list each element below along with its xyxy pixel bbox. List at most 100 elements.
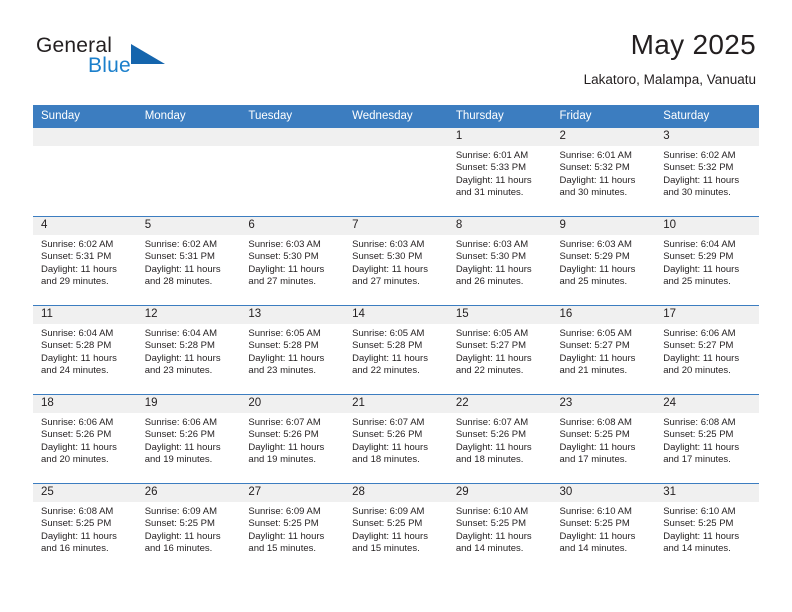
sunset-text: Sunset: 5:25 PM [144, 518, 215, 530]
calendar-day-cell[interactable]: 24 Sunrise: 6:08 AM Sunset: 5:25 PM Dayligh… [655, 394, 759, 484]
daylight-text-line1: Daylight: 11 hours [144, 352, 221, 364]
calendar-day-cell[interactable]: 19 Sunrise: 6:06 AM Sunset: 5:26 PM Dayligh… [136, 394, 241, 484]
day-details: Sunrise: 6:03 AM Sunset: 5:29 PM Daylight:… [552, 235, 656, 289]
calendar-day-cell[interactable]: 8 Sunrise: 6:03 AM Sunset: 5:30 PM Daylight… [447, 216, 552, 306]
calendar-day-cell[interactable]: 16 Sunrise: 6:05 AM Sunset: 5:27 PM Dayligh… [551, 305, 656, 395]
calendar-day-cell[interactable]: 28 Sunrise: 6:09 AM Sunset: 5:25 PM Dayligh… [344, 483, 448, 573]
sunrise-text: Sunrise: 6:06 AM [663, 328, 736, 339]
day-cell-inner: 4 Sunrise: 6:02 AM Sunset: 5:31 PM Daylight… [33, 217, 137, 305]
day-number: 7 [344, 217, 448, 235]
daylight-text-line2: and 24 minutes. [41, 365, 109, 377]
sunrise-text: Sunrise: 6:01 AM [455, 150, 529, 161]
day-details: Sunrise: 6:09 AM Sunset: 5:25 PM Daylight:… [137, 502, 241, 556]
calendar-day-cell[interactable]: 4 Sunrise: 6:02 AM Sunset: 5:31 PM Daylight… [33, 216, 137, 306]
day-number: 22 [447, 395, 552, 413]
calendar-day-cell[interactable]: 13 Sunrise: 6:05 AM Sunset: 5:28 PM Dayligh… [240, 305, 345, 395]
daylight-text-line2: and 23 minutes. [144, 365, 213, 377]
sunset-text: Sunset: 5:25 PM [248, 518, 319, 530]
daylight-text-line1: Daylight: 11 hours [663, 352, 740, 364]
calendar-day-cell[interactable]: 31 Sunrise: 6:10 AM Sunset: 5:25 PM Dayligh… [655, 483, 759, 573]
calendar-day-cell[interactable]: 27 Sunrise: 6:09 AM Sunset: 5:25 PM Dayligh… [240, 483, 345, 573]
sunset-text: Sunset: 5:31 PM [144, 251, 215, 263]
calendar-day-cell[interactable]: 6 Sunrise: 6:03 AM Sunset: 5:30 PM Daylight… [240, 216, 345, 306]
sunset-text: Sunset: 5:26 PM [41, 429, 112, 441]
day-details: Sunrise: 6:10 AM Sunset: 5:25 PM Daylight:… [552, 502, 656, 556]
day-number: 15 [447, 306, 552, 324]
day-cell-inner: 12 Sunrise: 6:04 AM Sunset: 5:28 PM Dayligh… [136, 306, 241, 394]
weekday-header-saturday: Saturday [655, 105, 759, 128]
daylight-text-line2: and 30 minutes. [663, 187, 731, 199]
sunrise-text: Sunrise: 6:10 AM [455, 506, 529, 517]
day-number: 8 [447, 217, 552, 235]
weekday-header-friday: Friday [551, 105, 656, 128]
day-number: 24 [655, 395, 759, 413]
calendar-day-cell[interactable]: 17 Sunrise: 6:06 AM Sunset: 5:27 PM Dayligh… [655, 305, 759, 395]
calendar-week-row: 11 Sunrise: 6:04 AM Sunset: 5:28 PM Dayligh… [33, 305, 759, 395]
daylight-text-line2: and 31 minutes. [455, 187, 524, 199]
sunrise-text: Sunrise: 6:03 AM [352, 239, 425, 250]
daylight-text-line2: and 16 minutes. [144, 543, 213, 555]
day-number: 17 [655, 306, 759, 324]
day-number: 21 [344, 395, 448, 413]
day-details: Sunrise: 6:06 AM Sunset: 5:26 PM Daylight:… [33, 413, 137, 467]
calendar-day-cell[interactable]: 7 Sunrise: 6:03 AM Sunset: 5:30 PM Daylight… [344, 216, 448, 306]
day-cell-inner: 21 Sunrise: 6:07 AM Sunset: 5:26 PM Dayligh… [344, 395, 448, 483]
day-number: 23 [551, 395, 656, 413]
sunrise-text: Sunrise: 6:04 AM [41, 328, 114, 339]
day-cell-inner [136, 128, 241, 216]
daylight-text-line1: Daylight: 11 hours [455, 530, 532, 542]
calendar-day-cell[interactable]: 1 Sunrise: 6:01 AM Sunset: 5:33 PM Daylight… [447, 127, 552, 217]
day-cell-inner: 15 Sunrise: 6:05 AM Sunset: 5:27 PM Dayligh… [447, 306, 552, 394]
sunset-text: Sunset: 5:30 PM [455, 251, 527, 263]
day-number: 3 [655, 128, 759, 146]
day-details: Sunrise: 6:02 AM Sunset: 5:31 PM Daylight:… [33, 235, 137, 289]
daylight-text-line2: and 26 minutes. [455, 276, 524, 288]
calendar-day-cell[interactable]: 5 Sunrise: 6:02 AM Sunset: 5:31 PM Daylight… [136, 216, 241, 306]
sunrise-text: Sunrise: 6:06 AM [144, 417, 218, 428]
calendar-day-cell[interactable]: 23 Sunrise: 6:08 AM Sunset: 5:25 PM Dayligh… [551, 394, 656, 484]
day-cell-inner: 9 Sunrise: 6:03 AM Sunset: 5:29 PM Daylight… [551, 217, 656, 305]
calendar-day-cell[interactable]: 22 Sunrise: 6:07 AM Sunset: 5:26 PM Dayligh… [447, 394, 552, 484]
day-cell-inner: 17 Sunrise: 6:06 AM Sunset: 5:27 PM Dayligh… [655, 306, 759, 394]
calendar-day-cell[interactable]: 18 Sunrise: 6:06 AM Sunset: 5:26 PM Dayligh… [33, 394, 137, 484]
daylight-text-line2: and 27 minutes. [352, 276, 420, 288]
sunset-text: Sunset: 5:25 PM [352, 518, 423, 530]
general-blue-logo[interactable]: General Blue [36, 34, 216, 86]
sunrise-text: Sunrise: 6:05 AM [248, 328, 321, 339]
day-cell-inner: 27 Sunrise: 6:09 AM Sunset: 5:25 PM Dayligh… [240, 484, 345, 573]
calendar-day-cell[interactable]: 15 Sunrise: 6:05 AM Sunset: 5:27 PM Dayligh… [447, 305, 552, 395]
daylight-text-line1: Daylight: 11 hours [144, 263, 221, 275]
day-number: 26 [136, 484, 241, 502]
day-number [33, 128, 137, 146]
day-details: Sunrise: 6:08 AM Sunset: 5:25 PM Daylight:… [552, 413, 656, 467]
calendar-body: 1 Sunrise: 6:01 AM Sunset: 5:33 PM Daylight… [33, 127, 759, 573]
daylight-text-line1: Daylight: 11 hours [663, 263, 740, 275]
sunrise-text: Sunrise: 6:01 AM [559, 150, 632, 161]
day-details: Sunrise: 6:06 AM Sunset: 5:27 PM Daylight:… [655, 324, 759, 378]
daylight-text-line1: Daylight: 11 hours [144, 441, 221, 453]
day-cell-inner: 14 Sunrise: 6:05 AM Sunset: 5:28 PM Dayligh… [344, 306, 448, 394]
calendar-day-cell[interactable]: 21 Sunrise: 6:07 AM Sunset: 5:26 PM Dayligh… [344, 394, 448, 484]
calendar-day-cell[interactable]: 20 Sunrise: 6:07 AM Sunset: 5:26 PM Dayligh… [240, 394, 345, 484]
calendar-day-cell[interactable]: 25 Sunrise: 6:08 AM Sunset: 5:25 PM Dayligh… [33, 483, 137, 573]
daylight-text-line1: Daylight: 11 hours [248, 530, 325, 542]
day-cell-inner: 7 Sunrise: 6:03 AM Sunset: 5:30 PM Daylight… [344, 217, 448, 305]
day-details: Sunrise: 6:05 AM Sunset: 5:27 PM Daylight:… [552, 324, 656, 378]
calendar-week-row: 1 Sunrise: 6:01 AM Sunset: 5:33 PM Daylight… [33, 127, 759, 217]
calendar-day-cell[interactable]: 30 Sunrise: 6:10 AM Sunset: 5:25 PM Dayligh… [551, 483, 656, 573]
calendar-day-cell[interactable]: 10 Sunrise: 6:04 AM Sunset: 5:29 PM Dayligh… [655, 216, 759, 306]
calendar-day-cell[interactable]: 2 Sunrise: 6:01 AM Sunset: 5:32 PM Daylight… [551, 127, 656, 217]
calendar-day-cell[interactable]: 12 Sunrise: 6:04 AM Sunset: 5:28 PM Dayligh… [136, 305, 241, 395]
day-number: 4 [33, 217, 137, 235]
calendar-day-cell[interactable]: 14 Sunrise: 6:05 AM Sunset: 5:28 PM Dayligh… [344, 305, 448, 395]
daylight-text-line1: Daylight: 11 hours [663, 441, 740, 453]
daylight-text-line1: Daylight: 11 hours [455, 263, 532, 275]
logo-text-blue: Blue [88, 54, 131, 77]
day-number [136, 128, 241, 146]
calendar-day-cell[interactable]: 9 Sunrise: 6:03 AM Sunset: 5:29 PM Daylight… [551, 216, 656, 306]
calendar-day-cell[interactable]: 26 Sunrise: 6:09 AM Sunset: 5:25 PM Dayligh… [136, 483, 241, 573]
day-details: Sunrise: 6:10 AM Sunset: 5:25 PM Daylight:… [448, 502, 552, 556]
calendar-day-cell[interactable]: 29 Sunrise: 6:10 AM Sunset: 5:25 PM Dayligh… [447, 483, 552, 573]
calendar-day-cell[interactable]: 3 Sunrise: 6:02 AM Sunset: 5:32 PM Daylight… [655, 127, 759, 217]
calendar-day-cell[interactable]: 11 Sunrise: 6:04 AM Sunset: 5:28 PM Dayligh… [33, 305, 137, 395]
